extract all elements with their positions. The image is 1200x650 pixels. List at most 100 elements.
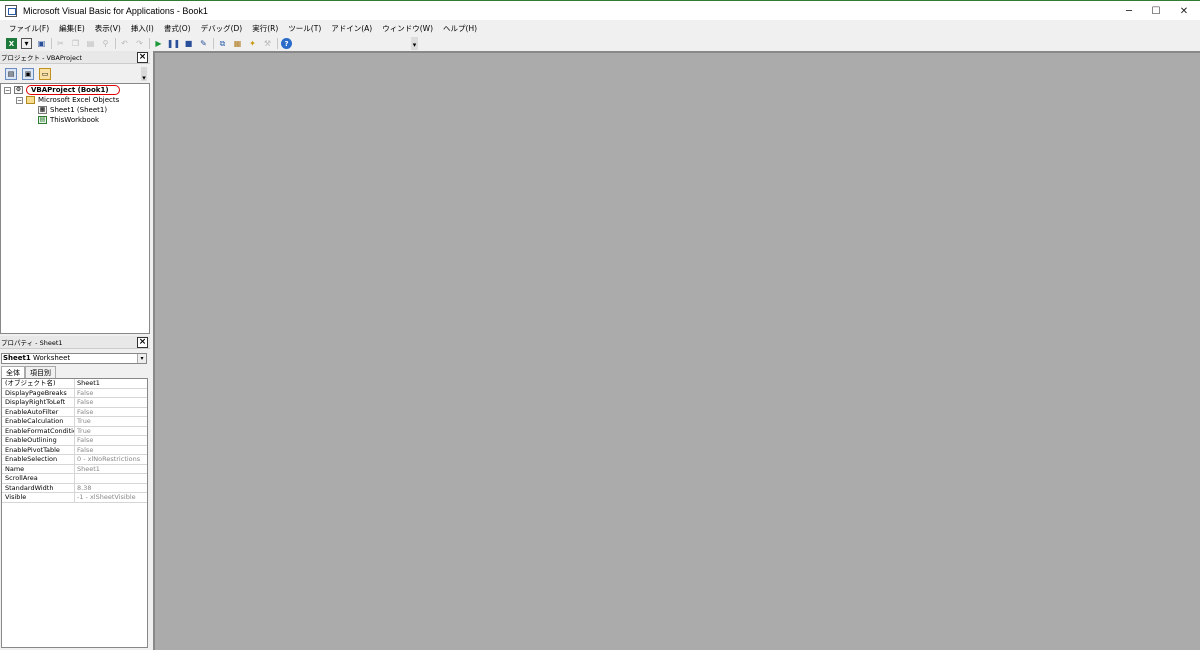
paste-icon[interactable]: ▤ <box>85 38 96 49</box>
cut-icon[interactable]: ✂ <box>55 38 66 49</box>
break-icon[interactable]: ❚❚ <box>167 38 180 49</box>
menu-tools[interactable]: ツール(T) <box>288 23 321 34</box>
property-row[interactable]: StandardWidth 8.38 <box>2 483 147 493</box>
design-mode-icon[interactable]: ✎ <box>198 38 209 49</box>
property-value[interactable]: Sheet1 <box>75 379 147 388</box>
menu-window[interactable]: ウィンドウ(W) <box>382 23 433 34</box>
properties-pane-header: プロパティ - Sheet1 × <box>0 336 150 349</box>
menu-addins[interactable]: アドイン(A) <box>331 23 372 34</box>
property-row[interactable]: (オブジェクト名) Sheet1 <box>2 379 147 389</box>
property-row[interactable]: Name Sheet1 <box>2 464 147 474</box>
properties-icon[interactable]: ▦ <box>232 38 243 49</box>
property-name: DisplayRightToLeft <box>2 398 75 407</box>
tree-node-folder[interactable]: − Microsoft Excel Objects <box>16 95 119 105</box>
property-name: (オブジェクト名) <box>2 379 75 388</box>
project-pane-close-icon[interactable]: × <box>137 52 148 63</box>
property-value[interactable]: False <box>75 446 147 455</box>
worksheet-icon: ▦ <box>38 106 47 114</box>
toggle-folders-icon[interactable]: ▭ <box>39 67 51 80</box>
minimize-button[interactable]: ─ <box>1115 1 1143 21</box>
property-name: EnableOutlining <box>2 436 75 445</box>
window-title: Microsoft Visual Basic for Applications … <box>23 5 208 16</box>
view-code-icon[interactable]: ▤ <box>5 67 17 80</box>
tab-categorized[interactable]: 項目別 <box>25 366 56 378</box>
view-object-icon[interactable]: ▣ <box>22 67 34 80</box>
properties-pane-close-icon[interactable]: × <box>137 337 148 348</box>
undo-icon[interactable]: ↶ <box>119 38 130 49</box>
toolbox-icon[interactable]: ⚒ <box>262 38 273 49</box>
vba-app-icon <box>5 4 17 17</box>
properties-pane-title: プロパティ - Sheet1 <box>1 339 63 347</box>
property-value[interactable]: False <box>75 436 147 445</box>
save-icon[interactable]: ▣ <box>36 38 47 49</box>
title-bar: Microsoft Visual Basic for Applications … <box>0 0 1200 20</box>
property-row[interactable]: EnableFormatConditionsCalculationTrue <box>2 426 147 436</box>
property-name: EnableAutoFilter <box>2 407 75 416</box>
property-value[interactable]: True <box>75 417 147 426</box>
tree-node-label-root[interactable]: VBAProject (Book1) <box>26 85 120 95</box>
help-icon[interactable]: ? <box>281 38 292 49</box>
property-row[interactable]: ScrollArea <box>2 474 147 484</box>
excel-icon[interactable]: X <box>6 38 17 49</box>
close-button[interactable]: ✕ <box>1170 1 1198 21</box>
tab-alphabetic[interactable]: 全体 <box>1 366 25 378</box>
menu-format[interactable]: 書式(O) <box>164 23 191 34</box>
tree-node-sheet1[interactable]: ▦ Sheet1 (Sheet1) <box>38 105 107 115</box>
property-value[interactable]: False <box>75 389 147 398</box>
property-row[interactable]: DisplayPageBreaks False <box>2 388 147 398</box>
object-selector-type: Worksheet <box>32 354 71 362</box>
folder-icon <box>26 96 35 104</box>
property-value[interactable]: False <box>75 398 147 407</box>
toolbar-separator <box>277 38 278 49</box>
chevron-down-icon[interactable]: ▾ <box>137 354 146 363</box>
property-row[interactable]: EnableSelection 0 - xlNoRestrictions <box>2 455 147 465</box>
menu-view[interactable]: 表示(V) <box>95 23 121 34</box>
maximize-button[interactable]: ☐ <box>1142 1 1170 21</box>
toolbar-separator <box>115 38 116 49</box>
toolbar-options-icon[interactable]: ▾ <box>411 37 418 50</box>
object-selector[interactable]: Sheet1 Worksheet ▾ <box>1 353 147 364</box>
property-row[interactable]: EnableAutoFilter False <box>2 407 147 417</box>
object-browser-icon[interactable]: ✦ <box>247 38 258 49</box>
property-value[interactable] <box>75 474 147 483</box>
property-name: DisplayPageBreaks <box>2 388 75 397</box>
vbaproject-icon: ⚙ <box>14 86 23 94</box>
property-row[interactable]: Visible -1 - xlSheetVisible <box>2 493 147 503</box>
property-row[interactable]: EnableCalculation True <box>2 417 147 427</box>
project-pane-toolbar: ▤ ▣ ▭ ▾ <box>0 64 150 83</box>
code-workspace[interactable] <box>153 51 1200 650</box>
property-value[interactable]: 0 - xlNoRestrictions <box>75 455 147 464</box>
property-row[interactable]: EnableOutlining False <box>2 436 147 446</box>
property-row[interactable]: DisplayRightToLeft False <box>2 398 147 408</box>
copy-icon[interactable]: ❐ <box>70 38 81 49</box>
property-name: EnableFormatConditionsCalculation <box>2 426 75 435</box>
tree-node-thisworkbook[interactable]: ▤ ThisWorkbook <box>38 115 99 125</box>
redo-icon[interactable]: ↷ <box>134 38 145 49</box>
property-name: Visible <box>2 493 75 502</box>
menu-insert[interactable]: 挿入(I) <box>131 23 154 34</box>
property-value[interactable]: Sheet1 <box>75 465 147 474</box>
run-icon[interactable]: ▶ <box>153 38 164 49</box>
property-value[interactable]: False <box>75 408 147 417</box>
project-explorer-icon[interactable]: ⧉ <box>217 38 228 49</box>
property-value[interactable]: 8.38 <box>75 484 147 493</box>
property-row[interactable]: EnablePivotTable False <box>2 445 147 455</box>
tree-node-label-thisworkbook[interactable]: ThisWorkbook <box>50 116 99 124</box>
menu-file[interactable]: ファイル(F) <box>9 23 49 34</box>
object-selector-name: Sheet1 <box>3 354 31 362</box>
collapse-icon[interactable]: − <box>16 96 23 104</box>
find-icon[interactable]: ⚲ <box>100 38 111 49</box>
menu-help[interactable]: ヘルプ(H) <box>443 23 477 34</box>
collapse-icon[interactable]: − <box>4 86 11 94</box>
tree-node-root[interactable]: − ⚙ VBAProject (Book1) <box>4 85 120 95</box>
tree-node-label-folder[interactable]: Microsoft Excel Objects <box>38 96 119 104</box>
tree-node-label-sheet1[interactable]: Sheet1 (Sheet1) <box>50 106 107 114</box>
property-value[interactable]: -1 - xlSheetVisible <box>75 493 147 502</box>
menu-debug[interactable]: デバッグ(D) <box>201 23 243 34</box>
menu-run[interactable]: 実行(R) <box>252 23 278 34</box>
menu-edit[interactable]: 編集(E) <box>59 23 85 34</box>
property-value[interactable]: True <box>75 427 147 436</box>
project-toolbar-scroll[interactable]: ▾ <box>141 67 147 82</box>
insert-module-icon[interactable]: ▾ <box>21 38 32 49</box>
reset-icon[interactable]: ■ <box>183 38 194 49</box>
